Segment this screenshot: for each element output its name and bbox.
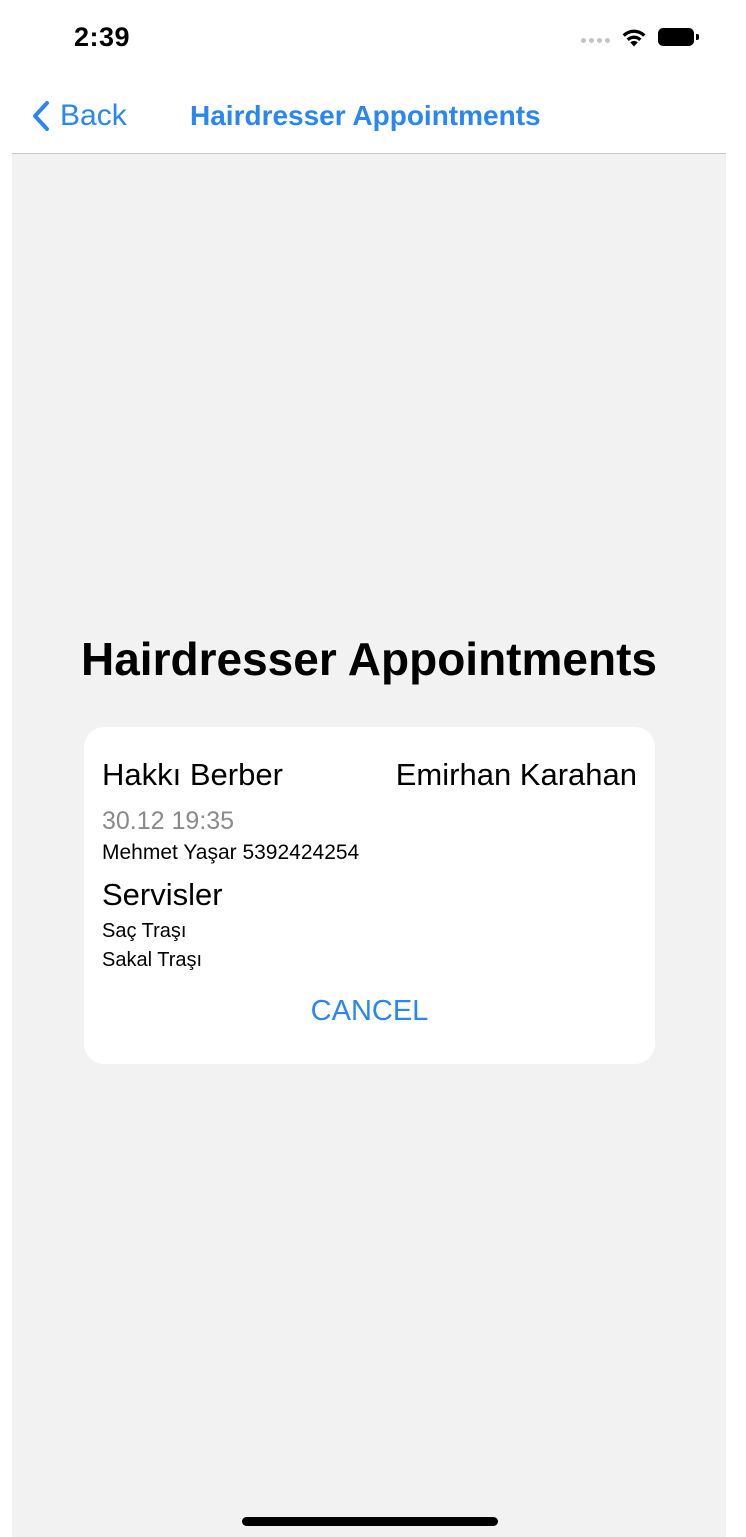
back-button[interactable]: Back [32, 94, 127, 138]
back-label: Back [60, 99, 127, 132]
status-icons [581, 26, 699, 48]
services-heading: Servisler [102, 877, 223, 912]
page-title: Hairdresser Appointments [81, 633, 657, 685]
cellular-signal-icon [581, 37, 610, 43]
barber-name: Emirhan Karahan [395, 757, 637, 792]
home-indicator [242, 1517, 498, 1526]
wifi-icon [622, 29, 646, 47]
customer-info: Mehmet Yaşar 5392424254 [102, 841, 360, 864]
shop-name: Hakkı Berber [102, 757, 283, 792]
status-time: 2:39 [74, 22, 131, 52]
nav-title: Hairdresser Appointments [190, 100, 541, 131]
battery-icon [658, 28, 699, 46]
navigation-bar: Back Hairdresser Appointments [0, 80, 746, 154]
service-item: Sakal Traşı [102, 949, 203, 971]
app-screen: 2:39 Back Hairdresser Appointments Haird… [0, 0, 746, 1537]
service-item: Saç Traşı [102, 920, 187, 942]
content-area: Hairdresser Appointments Hakkı Berber Em… [12, 154, 726, 1537]
appointment-datetime: 30.12 19:35 [102, 807, 235, 835]
chevron-left-icon [33, 101, 49, 131]
cancel-button[interactable]: CANCEL [84, 995, 655, 1028]
status-bar: 2:39 [0, 0, 746, 80]
appointment-card: Hakkı Berber Emirhan Karahan 30.12 19:35… [84, 727, 655, 1064]
